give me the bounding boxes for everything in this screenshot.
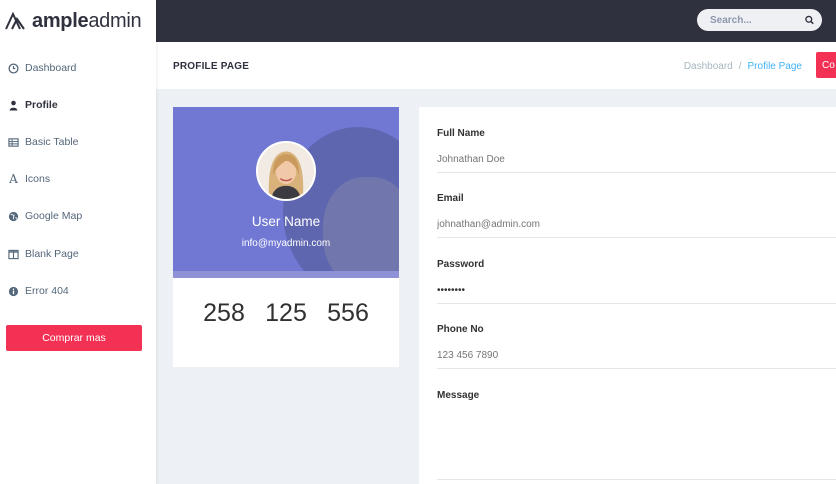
- user-icon: [8, 100, 19, 111]
- sidebar-item-label: Basic Table: [25, 136, 79, 148]
- sidebar-item-label: Error 404: [25, 285, 69, 297]
- title-action-button[interactable]: Co: [816, 52, 836, 78]
- user-email: info@myadmin.com: [241, 238, 331, 249]
- sidebar-item-icons[interactable]: A Icons: [0, 167, 156, 191]
- search-input[interactable]: [710, 14, 805, 26]
- profile-form: Full Name Email Password Phone No Messag…: [419, 107, 836, 484]
- search-icon[interactable]: [805, 15, 814, 25]
- stat-value: 258: [203, 299, 245, 327]
- sidebar-item-label: Google Map: [25, 210, 83, 222]
- breadcrumb: Dashboard / Profile Page: [684, 61, 802, 72]
- message-field[interactable]: [437, 412, 836, 480]
- avatar: [256, 141, 316, 201]
- info-icon: [8, 286, 19, 297]
- profile-banner: User Name info@myadmin.com: [173, 107, 399, 278]
- clock-icon: [8, 62, 19, 74]
- password-label: Password: [437, 259, 485, 270]
- full-name-field[interactable]: [437, 153, 836, 173]
- profile-card: User Name info@myadmin.com 258 125 556: [173, 107, 399, 367]
- comprar-mas-button[interactable]: Comprar mas: [6, 325, 142, 351]
- phone-field[interactable]: [437, 349, 836, 369]
- stat-value: 125: [265, 299, 307, 327]
- full-name-label: Full Name: [437, 128, 485, 139]
- password-field[interactable]: [437, 284, 836, 304]
- columns-icon: [8, 249, 19, 260]
- font-icon: A: [9, 172, 18, 186]
- page-title-bar: PROFILE PAGE Dashboard / Profile Page Co: [156, 42, 836, 89]
- globe-icon: [8, 211, 19, 222]
- sidebar-item-basic-table[interactable]: Basic Table: [0, 130, 156, 154]
- sidebar-item-label: Profile: [25, 99, 58, 111]
- page-title: PROFILE PAGE: [173, 61, 250, 72]
- stat-value: 556: [327, 299, 369, 327]
- sidebar-item-label: Blank Page: [25, 248, 79, 260]
- logo-mark-icon: [5, 12, 25, 30]
- sidebar-item-google-map[interactable]: Google Map: [0, 204, 156, 228]
- message-label: Message: [437, 390, 480, 401]
- breadcrumb-current: Profile Page: [747, 61, 802, 72]
- breadcrumb-dashboard-link[interactable]: Dashboard: [684, 61, 733, 72]
- top-navbar: [156, 0, 836, 42]
- phone-label: Phone No: [437, 324, 484, 335]
- table-icon: [8, 137, 19, 148]
- sidebar-item-error-404[interactable]: Error 404: [0, 279, 156, 303]
- breadcrumb-separator: /: [738, 61, 742, 72]
- profile-stats: 258 125 556: [173, 299, 399, 328]
- email-label: Email: [437, 193, 464, 204]
- email-field[interactable]: [437, 218, 836, 238]
- sidebar: ampleadmin Dashboard Profile Basic Table…: [0, 0, 156, 484]
- sidebar-item-label: Icons: [25, 173, 51, 185]
- sidebar-item-profile[interactable]: Profile: [0, 93, 156, 117]
- sidebar-item-blank-page[interactable]: Blank Page: [0, 242, 156, 266]
- search-box[interactable]: [697, 9, 822, 31]
- brand-logo[interactable]: ampleadmin: [0, 0, 156, 42]
- sidebar-item-label: Dashboard: [25, 62, 77, 74]
- user-name: User Name: [251, 214, 321, 229]
- sidebar-item-dashboard[interactable]: Dashboard: [0, 56, 156, 80]
- brand-name: ampleadmin: [32, 9, 142, 32]
